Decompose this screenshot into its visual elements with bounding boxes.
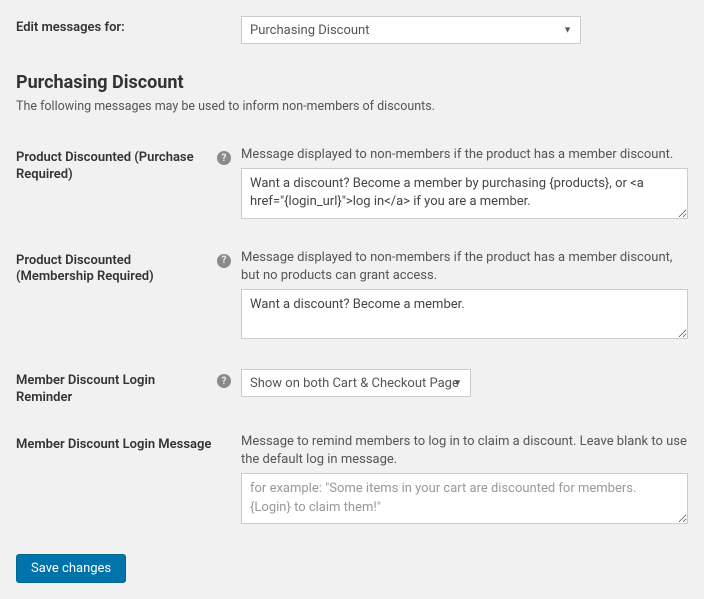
save-changes-button[interactable]: Save changes — [16, 554, 126, 583]
field-product-discounted-membership: Product Discounted (Membership Required)… — [16, 249, 688, 344]
field-login-reminder: Member Discount Login Reminder ? Show on… — [16, 369, 688, 407]
edit-messages-for-selected: Purchasing Discount — [250, 23, 369, 38]
product-discounted-membership-label: Product Discounted (Membership Required) — [16, 253, 211, 287]
product-discounted-purchase-label: Product Discounted (Purchase Required) — [16, 150, 211, 184]
edit-messages-for-select[interactable]: Purchasing Discount ▼ — [241, 16, 581, 44]
edit-messages-for-row: Edit messages for: Purchasing Discount ▼ — [16, 16, 688, 44]
field-product-discounted-purchase: Product Discounted (Purchase Required) ?… — [16, 146, 688, 223]
product-discounted-purchase-desc: Message displayed to non-members if the … — [241, 146, 688, 164]
login-message-textarea[interactable] — [241, 473, 688, 523]
help-icon[interactable]: ? — [217, 374, 231, 388]
field-login-message: Member Discount Login Message Message to… — [16, 433, 688, 528]
section-subtext: The following messages may be used to in… — [16, 99, 688, 114]
login-reminder-selected: Show on both Cart & Checkout Page — [250, 376, 459, 391]
section-heading: Purchasing Discount — [16, 72, 688, 93]
login-message-desc: Message to remind members to log in to c… — [241, 433, 688, 469]
product-discounted-membership-textarea[interactable] — [241, 289, 688, 339]
chevron-down-icon: ▼ — [563, 25, 572, 36]
help-icon[interactable]: ? — [217, 151, 231, 165]
edit-messages-for-label: Edit messages for: — [16, 20, 241, 37]
login-reminder-label: Member Discount Login Reminder — [16, 373, 211, 407]
product-discounted-membership-desc: Message displayed to non-members if the … — [241, 249, 688, 285]
chevron-down-icon: ▼ — [453, 378, 462, 389]
login-reminder-select[interactable]: Show on both Cart & Checkout Page ▼ — [241, 369, 471, 397]
login-message-label: Member Discount Login Message — [16, 437, 241, 454]
help-icon[interactable]: ? — [217, 254, 231, 268]
product-discounted-purchase-textarea[interactable] — [241, 168, 688, 218]
